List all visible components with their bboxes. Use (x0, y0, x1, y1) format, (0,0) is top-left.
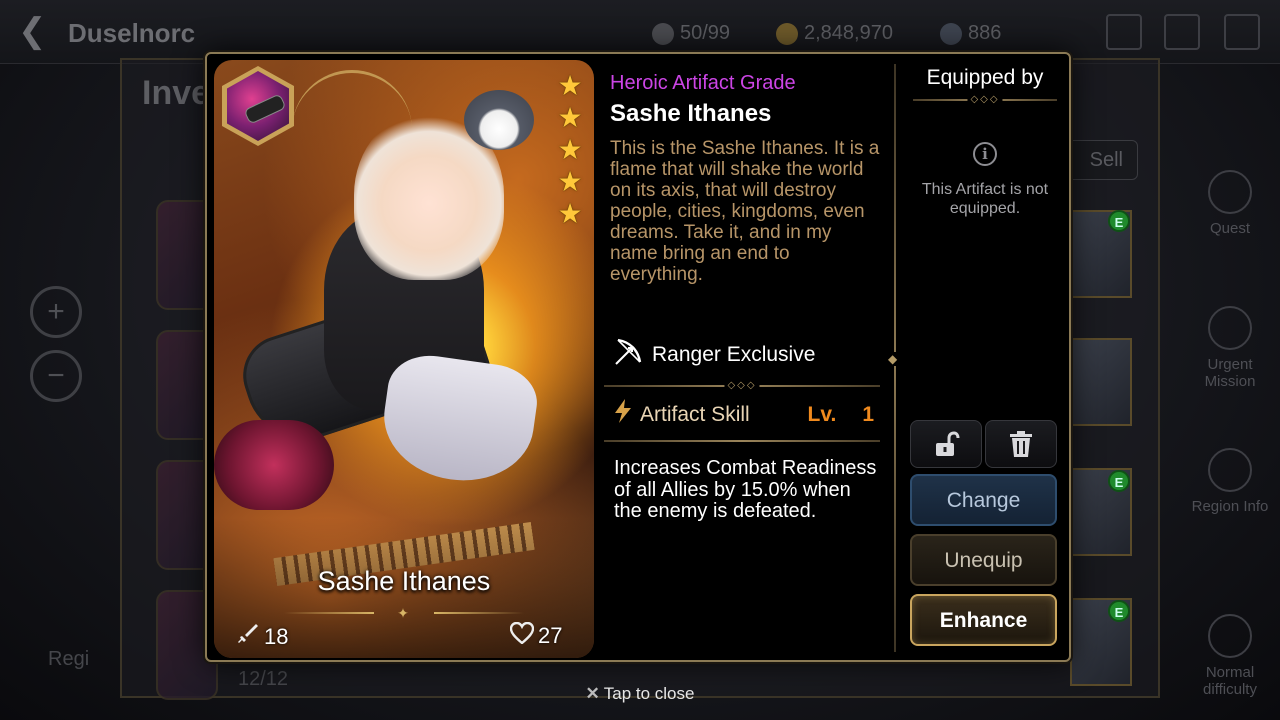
star-icon: ★ (557, 166, 583, 197)
hero-tile[interactable] (1070, 338, 1132, 426)
column-separator: ◆ (888, 64, 898, 652)
artifact-grade: Heroic Artifact Grade (610, 72, 796, 94)
enhance-button[interactable]: Enhance (910, 594, 1057, 646)
artifact-skill-label: Artifact Skill (640, 402, 750, 426)
lightning-icon (612, 398, 634, 431)
back-icon[interactable]: ❮ (18, 14, 47, 48)
friends-icon[interactable] (1106, 14, 1142, 50)
close-icon: ✕ (585, 684, 600, 703)
health-stat: 27 (509, 621, 562, 650)
bow-icon (612, 336, 644, 374)
star-icon: ★ (557, 134, 583, 165)
section-divider (604, 440, 880, 442)
artifact-info-column: Heroic Artifact Grade Sashe Ithanes This… (602, 54, 892, 660)
trash-icon (1008, 430, 1034, 458)
zoom-out-icon[interactable]: − (30, 350, 82, 402)
equip-badge: E (1108, 470, 1130, 492)
card-artifact-name: Sashe Ithanes (317, 566, 491, 596)
skill-level-label: Lv. (807, 402, 837, 426)
attack-stat: 18 (236, 622, 288, 652)
section-divider: ◇◇◇ (604, 380, 880, 392)
menu-icon[interactable] (1224, 14, 1260, 50)
gold-counter: 2,848,970 (776, 22, 893, 45)
lock-button[interactable] (910, 420, 982, 468)
tap-to-close[interactable]: ✕ Tap to close (0, 684, 1280, 704)
unlock-icon (932, 430, 960, 458)
quest-icon (1208, 170, 1252, 214)
gold-icon (776, 22, 798, 45)
tap-to-close-label: Tap to close (603, 684, 695, 703)
star-icon: ★ (557, 70, 583, 101)
equipped-divider: ◇◇◇ (913, 94, 1057, 106)
delete-button[interactable] (985, 420, 1057, 468)
stamina-counter: 50/99 (652, 22, 730, 45)
artifact-skill-row: Artifact Skill Lv. 1 (612, 398, 874, 431)
crystal-icon (940, 22, 962, 45)
difficulty-icon (1208, 614, 1252, 658)
region-button[interactable]: Regi (48, 648, 89, 671)
card-ornament (292, 70, 412, 130)
equip-badge: E (1108, 600, 1130, 622)
crystal-counter: 886 (940, 22, 1001, 45)
heart-icon (509, 621, 535, 650)
region-info-icon (1208, 448, 1252, 492)
artifact-artwork-skirt (376, 350, 542, 490)
skill-level-value: 1 (862, 402, 874, 426)
artifact-thumbnail-icon (222, 66, 294, 146)
star-icon: ★ (557, 102, 583, 133)
mail-icon[interactable] (1164, 14, 1200, 50)
artifact-detail-modal: ★ ★ ★ ★ ★ Sashe Ithanes ✦ 18 27 Heroic A… (205, 52, 1071, 662)
urgent-mission-icon (1208, 306, 1252, 350)
class-exclusive: Ranger Exclusive (612, 336, 815, 374)
equipped-by-title: Equipped by (926, 66, 1044, 89)
star-rating: ★ ★ ★ ★ ★ (556, 72, 586, 232)
artifact-description: This is the Sashe Ithanes. It is a flame… (610, 138, 880, 285)
equip-badge: E (1108, 210, 1130, 232)
location-title: Duselnorc (68, 18, 196, 48)
card-name-flourish: ✦ (284, 605, 524, 621)
artifact-artwork-bird (464, 90, 534, 150)
side-urgent-mission[interactable]: Urgent Mission (1188, 306, 1272, 390)
equipped-status: This Artifact is not equipped. (921, 181, 1049, 217)
artifact-artwork-barrel (214, 420, 334, 510)
artifact-skill-description: Increases Combat Readiness of all Allies… (614, 457, 877, 522)
side-region-info[interactable]: Region Info (1188, 448, 1272, 515)
class-exclusive-label: Ranger Exclusive (652, 343, 816, 366)
star-icon: ★ (557, 198, 583, 229)
zoom-in-icon[interactable]: + (30, 286, 82, 338)
side-quest[interactable]: Quest (1188, 170, 1272, 237)
equipped-column: Equipped by ◇◇◇ i This Artifact is not e… (907, 54, 1063, 660)
artifact-art-card: ★ ★ ★ ★ ★ Sashe Ithanes ✦ 18 27 (214, 60, 594, 658)
info-icon: i (973, 142, 997, 166)
change-button[interactable]: Change (910, 474, 1057, 526)
artifact-name: Sashe Ithanes (610, 100, 772, 127)
sword-icon (236, 622, 260, 652)
unequip-button[interactable]: Unequip (910, 534, 1057, 586)
stamina-icon (652, 22, 674, 45)
